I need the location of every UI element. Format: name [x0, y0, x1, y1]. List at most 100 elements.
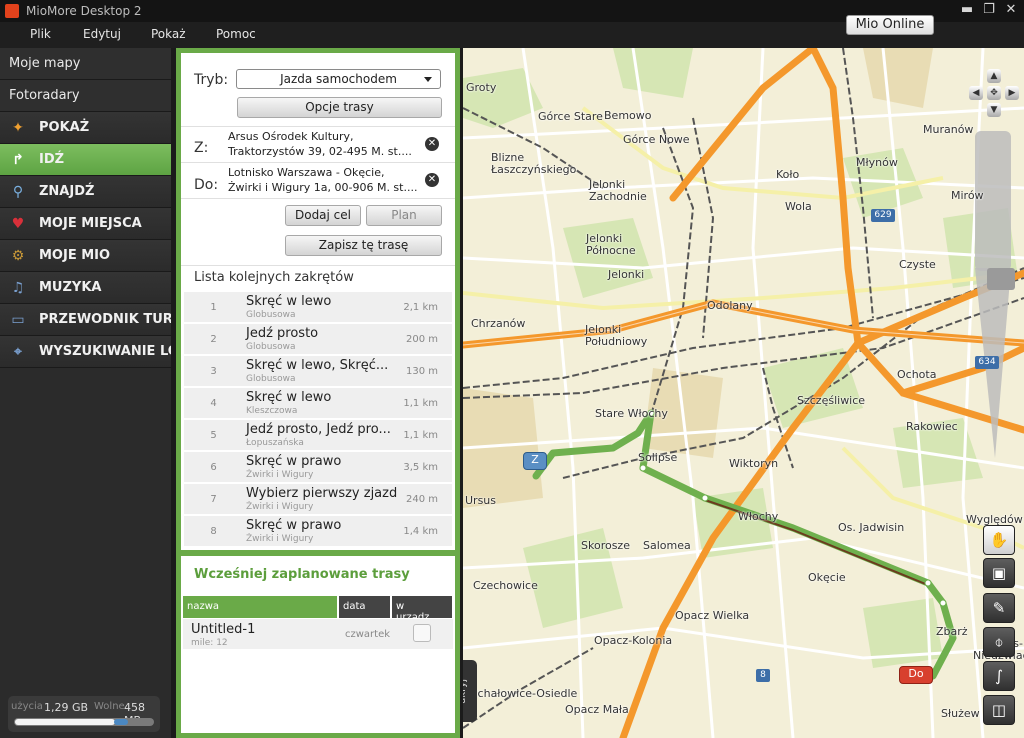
menu-help[interactable]: Pomoc [216, 27, 256, 41]
map-place-label: Jelonki Północne [586, 232, 636, 257]
menu-edit[interactable]: Edytuj [83, 27, 121, 41]
music-note-icon: ♫ [11, 280, 25, 296]
clear-from-icon[interactable]: ✕ [425, 137, 439, 151]
pin-tool-icon[interactable]: ✎ [983, 593, 1015, 623]
turn-number: 3 [210, 366, 217, 377]
pan-left-icon[interactable]: ◀ [969, 86, 983, 100]
turns-title: Lista kolejnych zakrętów [194, 270, 354, 285]
camera-icon[interactable]: ▣ [983, 558, 1015, 588]
map-place-label: Młynów [856, 156, 898, 169]
from-address[interactable]: Arsus Ośrodek Kultury, Traktorzystów 39,… [228, 129, 412, 159]
pan-down-icon[interactable]: ▼ [987, 103, 1001, 117]
turn-row[interactable]: 6 Skręć w prawo Żwirki i Wigury 3,5 km [184, 452, 452, 484]
to-address[interactable]: Lotnisko Warszawa - Okęcie, Żwirki i Wig… [228, 165, 417, 195]
zoom-slider[interactable] [975, 131, 1015, 458]
speed-camera-icon[interactable]: ◫ [983, 695, 1015, 725]
sidebar-nav-item[interactable]: ▭ PRZEWODNIK TURYSTYCZNY [0, 304, 171, 336]
road-shield: 629 [871, 209, 895, 222]
road-shield: 634 [975, 356, 999, 369]
turn-row[interactable]: 1 Skręć w lewo Globusowa 2,1 km [184, 292, 452, 324]
turn-distance: 1,1 km [403, 398, 438, 409]
sidebar-nav-label: MOJE MIO [39, 248, 111, 263]
turn-number: 2 [210, 334, 217, 345]
sidebar-item-my-maps[interactable]: Moje mapy [0, 48, 171, 80]
sidebar-nav-label: PRZEWODNIK TURYSTYCZNY [39, 312, 171, 327]
turn-street: Kleszczowa [246, 406, 298, 416]
sidebar-nav-item[interactable]: ✦ POKAŻ [0, 112, 171, 144]
map-place-label: Szczęśliwice [797, 394, 866, 407]
turn-street: Globusowa [246, 342, 296, 352]
start-marker[interactable]: Z [523, 452, 547, 470]
menu-view[interactable]: Pokaż [151, 27, 186, 41]
divider [181, 162, 455, 163]
map-place-label: Okęcie [808, 571, 846, 584]
route-options-button[interactable]: Opcje trasy [237, 97, 442, 118]
turn-street: Globusowa [246, 310, 296, 320]
turn-number: 1 [210, 302, 217, 313]
turn-row[interactable]: 8 Skręć w prawo Żwirki i Wigury 1,4 km [184, 516, 452, 548]
map-place-label: Skorosze [581, 539, 630, 552]
column-name-header[interactable]: nazwa [183, 596, 338, 618]
route-length: mile: 12 [191, 638, 228, 648]
save-route-button[interactable]: Zapisz tę trasę [285, 235, 442, 256]
sidebar-nav-item[interactable]: ♥ MOJE MIEJSCA [0, 208, 171, 240]
end-marker[interactable]: Do [899, 666, 933, 684]
close-button[interactable]: ✕ [1002, 2, 1020, 17]
turn-action: Jedź prosto [246, 326, 319, 341]
map-place-label: Górce Nowe [623, 133, 690, 146]
turn-row[interactable]: 3 Skręć w lewo, Skręć... Globusowa 130 m [184, 356, 452, 388]
map-place-label: Bemowo [604, 109, 652, 122]
turn-action: Skręć w lewo [246, 294, 332, 309]
menu-file[interactable]: Plik [30, 27, 51, 41]
map-place-label: Opacz Mała [565, 703, 629, 716]
turn-row[interactable]: 2 Jedź prosto Globusowa 200 m [184, 324, 452, 356]
pan-right-icon[interactable]: ▶ [1005, 86, 1019, 100]
map-place-label: Rakowiec [906, 420, 958, 433]
map-place-label: Koło [776, 168, 800, 181]
mode-label: Tryb: [194, 72, 229, 88]
window-title: MioMore Desktop 2 [26, 4, 142, 18]
mode-select[interactable]: Jazda samochodem [236, 69, 441, 89]
hand-icon[interactable]: ✋ [983, 525, 1015, 555]
sidebar-nav-item[interactable]: ⌖ WYSZUKIWANIE LOKALNE [0, 336, 171, 368]
sidebar-nav-item[interactable]: ↱ IDŹ [0, 144, 171, 176]
turn-row[interactable]: 5 Jedź prosto, Jedź pro... Łopuszańska 1,1 … [184, 420, 452, 452]
mio-online-button[interactable]: Mio Online [846, 15, 934, 35]
device-checkbox[interactable] [413, 624, 431, 642]
plan-button[interactable]: Plan [366, 205, 442, 226]
turn-row[interactable]: 7 Wybierz pierwszy zjazd Żwirki i Wigury 24… [184, 484, 452, 516]
turn-number: 7 [210, 494, 217, 505]
minimize-button[interactable]: ▬ [958, 2, 976, 17]
column-date-header[interactable]: data [339, 596, 391, 618]
pan-up-icon[interactable]: ▲ [987, 69, 1001, 83]
map-place-label: Ursus [465, 494, 497, 507]
locate-icon: ⌖ [14, 344, 22, 360]
magnifier-icon: ⚲ [12, 184, 24, 200]
sidebar-item-speed-cameras[interactable]: Fotoradary [0, 80, 171, 112]
microphone-icon[interactable]: ⌽ [983, 627, 1015, 657]
maximize-button[interactable]: ❐ [980, 2, 998, 17]
turn-distance: 1,1 km [403, 430, 438, 441]
map-place-label: Wola [785, 200, 812, 213]
turn-street: Globusowa [246, 374, 296, 384]
pan-center-icon[interactable]: ✥ [987, 86, 1001, 100]
map-view[interactable]: Groty Górce Stare Bemowo Górce Nowe Blizne Ł… [463, 48, 1024, 738]
hide-panel-tab[interactable]: ukryj [463, 660, 477, 722]
turns-list: 1 Skręć w lewo Globusowa 2,1 km 2 Jedź prosto… [184, 292, 452, 548]
turn-action: Skręć w prawo [246, 518, 342, 533]
sidebar-nav-item[interactable]: ⚙ MOJE MIO [0, 240, 171, 272]
map-place-label: Zbarż [936, 625, 968, 638]
column-device-header[interactable]: w urządz... [392, 596, 453, 623]
turn-street: Żwirki i Wigury [246, 502, 314, 512]
clear-to-icon[interactable]: ✕ [425, 173, 439, 187]
turn-row[interactable]: 4 Skręć w lewo Kleszczowa 1,1 km [184, 388, 452, 420]
to-address-line2: Żwirki i Wigury 1a, 00-906 M. st.... [228, 181, 418, 194]
route-tool-icon[interactable]: ∫ [983, 661, 1015, 691]
map-place-label: Górce Stare [538, 110, 603, 123]
turn-action: Jedź prosto, Jedź pro... [246, 422, 391, 437]
map-place-label: Michałowice-Osiedle [465, 687, 578, 700]
sidebar-nav-item[interactable]: ♫ MUZYKA [0, 272, 171, 304]
add-goal-button[interactable]: Dodaj cel [285, 205, 361, 226]
table-row[interactable]: Untitled-1 mile: 12 czwartek [183, 619, 453, 649]
sidebar-nav-item[interactable]: ⚲ ZNAJDŹ [0, 176, 171, 208]
